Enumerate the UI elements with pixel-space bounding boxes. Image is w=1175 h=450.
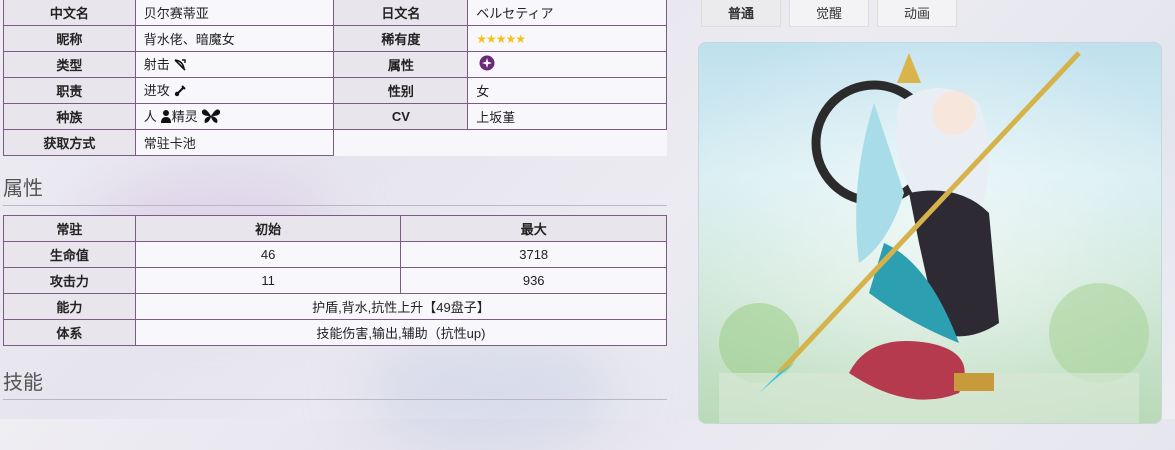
row-label: 攻击力 xyxy=(3,267,136,294)
row-label: 体系 xyxy=(3,319,136,346)
sword-icon xyxy=(173,84,187,101)
profile-table: 中文名 贝尔赛蒂亚 日文名 ベルセティア 昵称 背水佬、暗魔女 稀有度 ★★★★… xyxy=(3,0,667,156)
empty-cell xyxy=(334,130,468,156)
race-text-2: 精灵 xyxy=(171,108,198,124)
field-value: 贝尔赛蒂亚 xyxy=(134,0,335,26)
field-label: 昵称 xyxy=(3,25,136,52)
person-icon xyxy=(160,109,172,126)
section-title-skills: 技能 xyxy=(3,366,667,400)
table-header-row: 常驻 初始 最大 xyxy=(3,215,667,242)
table-row: 获取方式 常驻卡池 xyxy=(3,129,667,156)
field-label: 种族 xyxy=(3,103,136,130)
column-header: 初始 xyxy=(134,215,402,242)
field-label: 中文名 xyxy=(3,0,136,26)
field-label: CV xyxy=(333,103,469,130)
column-header: 常驻 xyxy=(3,215,136,242)
field-value: 常驻卡池 xyxy=(134,129,335,156)
empty-cell xyxy=(468,130,667,156)
field-value: 人精灵 xyxy=(134,103,335,130)
table-row: 职责 进攻 性别 女 xyxy=(3,77,667,104)
character-illustration xyxy=(699,43,1161,423)
field-value xyxy=(467,51,667,78)
cell-value: 46 xyxy=(134,241,402,268)
field-label: 职责 xyxy=(3,77,136,104)
portrait-tabs: 普通 觉醒 动画 xyxy=(701,0,957,27)
cell-value: 3718 xyxy=(400,241,667,268)
race-text: 人 xyxy=(143,108,157,124)
tab-animation[interactable]: 动画 xyxy=(877,0,957,27)
field-value: 射击 xyxy=(134,51,335,78)
table-row: 昵称 背水佬、暗魔女 稀有度 ★★★★★ xyxy=(3,25,667,52)
field-label: 获取方式 xyxy=(3,129,136,156)
table-row: 能力 护盾,背水,抗性上升【49盘子】 xyxy=(3,293,668,320)
table-row: 种族 人精灵 CV 上坂堇 xyxy=(3,103,667,130)
table-row: 攻击力 11 936 xyxy=(3,267,667,294)
field-value: 背水佬、暗魔女 xyxy=(134,25,335,52)
table-row: 中文名 贝尔赛蒂亚 日文名 ベルセティア xyxy=(3,0,667,26)
field-value: 女 xyxy=(467,77,667,104)
field-label: 类型 xyxy=(3,51,136,78)
cell-value: 护盾,背水,抗性上升【49盘子】 xyxy=(134,293,668,320)
field-value: ベルセティア xyxy=(467,0,667,26)
character-portrait xyxy=(698,42,1162,424)
column-header: 最大 xyxy=(400,215,667,242)
field-label: 稀有度 xyxy=(333,25,469,52)
row-label: 能力 xyxy=(3,293,136,320)
cell-value: 11 xyxy=(134,267,402,294)
table-row: 体系 技能伤害,输出,辅助（抗性up) xyxy=(3,319,668,346)
rarity-stars: ★★★★★ xyxy=(467,25,667,52)
section-title-attributes: 属性 xyxy=(3,172,667,206)
cell-value: 936 xyxy=(400,267,667,294)
stats-table: 常驻 初始 最大 生命值 46 3718 攻击力 11 936 能力 护盾,背水… xyxy=(3,215,668,346)
field-value: 上坂堇 xyxy=(467,103,667,130)
role-text: 进攻 xyxy=(143,83,170,99)
star-icons: ★★★★★ xyxy=(476,32,526,46)
tab-normal[interactable]: 普通 xyxy=(701,0,781,27)
dark-element-icon xyxy=(479,55,495,74)
table-row: 生命值 46 3718 xyxy=(3,241,667,268)
type-text: 射击 xyxy=(143,57,170,73)
field-value: 进攻 xyxy=(134,77,335,104)
tab-awakened[interactable]: 觉醒 xyxy=(789,0,869,27)
field-label: 性别 xyxy=(333,77,469,104)
field-label: 属性 xyxy=(333,51,469,78)
cell-value: 技能伤害,输出,辅助（抗性up) xyxy=(134,319,668,346)
bow-icon xyxy=(173,58,187,75)
table-row: 类型 射击 属性 xyxy=(3,51,667,78)
butterfly-icon xyxy=(201,108,221,127)
row-label: 生命值 xyxy=(3,241,136,268)
field-label: 日文名 xyxy=(333,0,469,26)
